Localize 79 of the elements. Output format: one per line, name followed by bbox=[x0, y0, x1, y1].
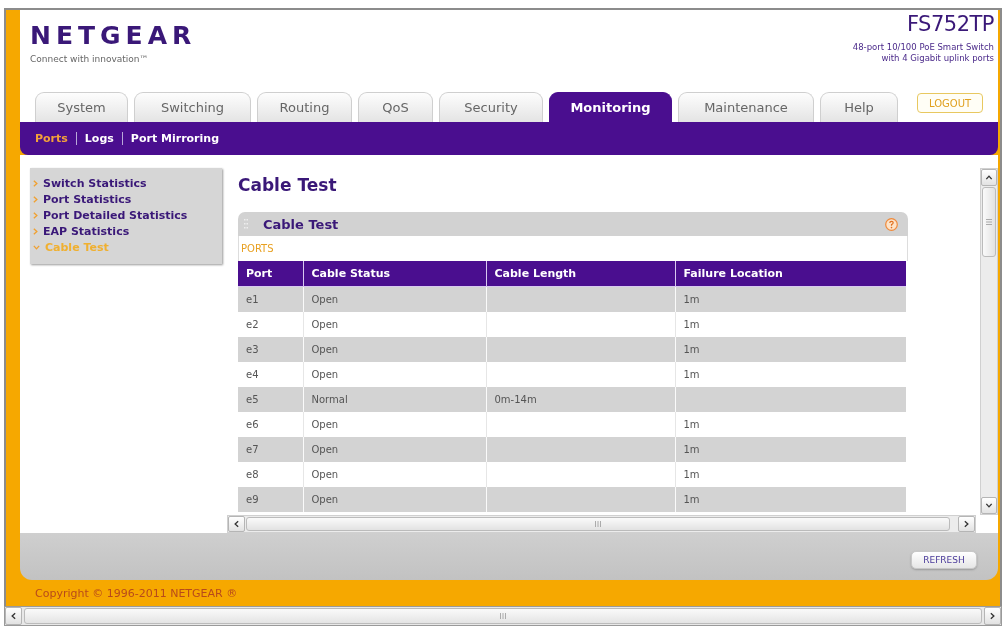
copyright-text: Copyright © 1996-2011 NETGEAR ® bbox=[35, 586, 238, 600]
table-cell: Open bbox=[303, 336, 486, 362]
sub-nav-link[interactable]: Logs bbox=[75, 132, 122, 145]
nav-tab[interactable]: Security bbox=[439, 92, 543, 122]
nav-tab[interactable]: Routing bbox=[257, 92, 352, 122]
refresh-button[interactable]: REFRESH bbox=[911, 550, 977, 569]
panel-title: Cable Test bbox=[263, 216, 340, 232]
nav-tab[interactable]: Monitoring bbox=[549, 92, 672, 122]
sub-nav-link[interactable]: Ports bbox=[35, 132, 76, 145]
table-cell: 1m bbox=[675, 361, 906, 387]
model-description: with 4 Gigabit uplink ports bbox=[880, 53, 994, 64]
table-cell: 1m bbox=[675, 461, 906, 487]
table-cell: e2 bbox=[238, 311, 303, 337]
grip-icon bbox=[500, 613, 506, 619]
table-cell: e3 bbox=[238, 336, 303, 362]
table-cell: 1m bbox=[675, 436, 906, 462]
scroll-left-button[interactable] bbox=[5, 607, 22, 625]
chevron-left-icon bbox=[234, 520, 239, 528]
horizontal-scrollbar[interactable] bbox=[4, 606, 1002, 626]
chevron-down-icon bbox=[33, 244, 40, 250]
sidebar-item[interactable]: Port Statistics bbox=[33, 191, 222, 207]
help-icon[interactable] bbox=[885, 217, 898, 231]
scroll-left-button[interactable] bbox=[228, 516, 245, 532]
table-cell: Normal bbox=[303, 386, 486, 412]
table-cell: e7 bbox=[238, 436, 303, 462]
nav-tab[interactable]: System bbox=[35, 92, 128, 122]
column-header: Cable Length bbox=[486, 261, 675, 287]
nav-tab[interactable]: Maintenance bbox=[678, 92, 814, 122]
table-cell: Open bbox=[303, 311, 486, 337]
nav-tab[interactable]: QoS bbox=[358, 92, 433, 122]
model-name: FS752TP bbox=[905, 11, 994, 37]
scrollbar-thumb[interactable] bbox=[246, 517, 950, 531]
table-cell: e5 bbox=[238, 386, 303, 412]
table-cell: Open bbox=[303, 486, 486, 512]
table-cell: 1m bbox=[675, 411, 906, 437]
chevron-down-icon bbox=[985, 503, 993, 508]
table-cell: e8 bbox=[238, 461, 303, 487]
table-cell: Open bbox=[303, 461, 486, 487]
table-cell: e1 bbox=[238, 286, 303, 312]
table-cell: Open bbox=[303, 436, 486, 462]
nav-tab[interactable]: Switching bbox=[134, 92, 251, 122]
table-cell: Open bbox=[303, 361, 486, 387]
model-description: 48-port 10/100 PoE Smart Switch bbox=[852, 42, 994, 53]
nav-tab[interactable]: Help bbox=[820, 92, 898, 122]
sidebar-item[interactable]: Port Detailed Statistics bbox=[33, 207, 222, 223]
scrollbar-thumb[interactable] bbox=[24, 608, 982, 624]
logo-tagline: Connect with innovation™ bbox=[30, 54, 150, 65]
chevron-right-icon bbox=[990, 612, 995, 620]
page-title: Cable Test bbox=[238, 174, 338, 196]
table-cell: 1m bbox=[675, 486, 906, 512]
grip-icon bbox=[986, 219, 992, 225]
chevron-right-icon bbox=[964, 520, 969, 528]
chevron-left-icon bbox=[11, 612, 16, 620]
table-cell: e6 bbox=[238, 411, 303, 437]
sidebar-item[interactable]: Switch Statistics bbox=[33, 175, 222, 191]
table-cell: 0m-14m bbox=[486, 386, 675, 412]
horizontal-scrollbar[interactable] bbox=[227, 515, 976, 533]
table-cell: Open bbox=[303, 411, 486, 437]
grip-icon bbox=[595, 521, 601, 527]
column-header: Port bbox=[238, 261, 303, 287]
table-cell: e4 bbox=[238, 361, 303, 387]
column-header: Cable Status bbox=[303, 261, 486, 287]
scroll-down-button[interactable] bbox=[981, 497, 997, 514]
scroll-up-button[interactable] bbox=[981, 169, 997, 186]
logo-wordmark: NETGEAR bbox=[30, 23, 197, 49]
table-cell: 1m bbox=[675, 311, 906, 337]
vertical-scrollbar[interactable] bbox=[980, 168, 998, 515]
section-label: PORTS bbox=[240, 243, 274, 254]
chevron-up-icon bbox=[985, 175, 993, 180]
table-cell: e9 bbox=[238, 486, 303, 512]
scroll-right-button[interactable] bbox=[984, 607, 1001, 625]
table-cell: 1m bbox=[675, 286, 906, 312]
scroll-right-button[interactable] bbox=[958, 516, 975, 532]
table-cell: Open bbox=[303, 286, 486, 312]
column-header: Failure Location bbox=[675, 261, 906, 287]
table-cell: 1m bbox=[675, 336, 906, 362]
sidebar-item[interactable]: EAP Statistics bbox=[33, 223, 222, 239]
scrollbar-thumb[interactable] bbox=[982, 187, 996, 257]
sub-nav-link[interactable]: Port Mirroring bbox=[121, 132, 227, 145]
